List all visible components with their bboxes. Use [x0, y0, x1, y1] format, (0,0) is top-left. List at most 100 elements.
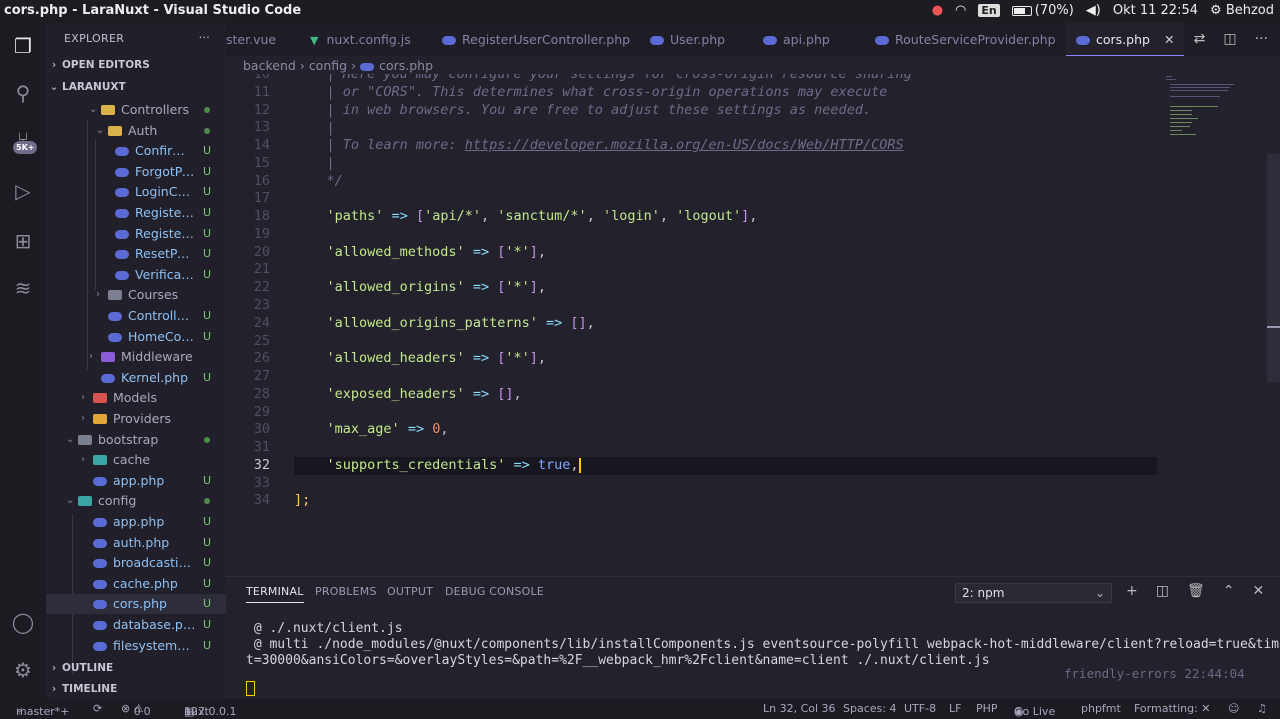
tree-models[interactable]: › Models	[46, 388, 226, 408]
terminal-select[interactable]: 2: npm ⌄	[955, 583, 1112, 603]
outline-section[interactable]: › OUTLINE	[46, 662, 113, 674]
tab-api-php[interactable]: api.php	[763, 23, 830, 56]
tree-file-auth[interactable]: auth.php U	[46, 533, 226, 553]
breadcrumb-backend[interactable]: backend	[243, 58, 296, 73]
bell-icon[interactable]: ♫	[1257, 702, 1267, 715]
line-number: 32	[253, 456, 270, 473]
tab-user-php[interactable]: User.php	[650, 23, 725, 56]
system-top-bar: cors.php - LaraNuxt - Visual Studio Code…	[0, 0, 1280, 23]
settings-gear-icon[interactable]: ⚙	[8, 655, 38, 685]
breadcrumb-file[interactable]: cors.php	[379, 58, 433, 73]
tab-nuxt-config[interactable]: ▼ nuxt.config.js	[310, 23, 411, 56]
tab-master-vue[interactable]: ster.vue	[226, 23, 276, 56]
split-editor-icon[interactable]: ◫	[1223, 31, 1236, 56]
code-editor[interactable]: 10 11 12 13 14 15 16 17 18 19 20 21 22 23 24 25 26 27 28 29…	[226, 74, 1166, 572]
timeline-section[interactable]: › TIMELINE	[46, 683, 117, 695]
sync-icon[interactable]: ⟳	[93, 702, 102, 715]
tree-file-cors[interactable]: cors.php U	[46, 594, 226, 615]
chevron-down-icon: ⌄	[66, 433, 75, 445]
tree-bootstrap[interactable]: ⌄ bootstrap	[46, 430, 226, 450]
tree-file-verification[interactable]: Verificati... U	[46, 265, 226, 285]
indentation[interactable]: Spaces: 4	[843, 702, 896, 715]
tree-file-config-app[interactable]: app.php U	[46, 512, 226, 532]
editor-scrollbar[interactable]	[1267, 154, 1280, 382]
tab-output[interactable]: OUTPUT	[387, 585, 433, 598]
tree-file-kernel[interactable]: Kernel.php U	[46, 368, 226, 388]
tree-file-filesystems[interactable]: filesystems.php U	[46, 636, 226, 656]
tree-file-controller[interactable]: Controller.... U	[46, 306, 226, 326]
compare-icon[interactable]: ⇄	[1194, 31, 1206, 56]
account-icon[interactable]: ◯	[8, 607, 38, 637]
eol[interactable]: LF	[949, 702, 961, 715]
close-panel-icon[interactable]: ✕	[1252, 583, 1264, 599]
tab-terminal[interactable]: TERMINAL	[246, 585, 304, 603]
tree-file-forgot[interactable]: ForgotPa... U	[46, 162, 226, 182]
terminal-output[interactable]: @ ./.nuxt/client.js @ multi ./node_modul…	[246, 621, 1280, 669]
battery-indicator[interactable]: (70%)	[1011, 3, 1074, 18]
line-number: 13	[253, 119, 270, 136]
more-icon[interactable]: ···	[1255, 31, 1268, 56]
tab-cors-php[interactable]: cors.php ✕	[1066, 23, 1185, 56]
breadcrumb-config[interactable]: config	[309, 58, 347, 73]
split-terminal-icon[interactable]: ◫	[1156, 583, 1169, 599]
database-icon[interactable]: ≋	[8, 273, 38, 303]
user-menu[interactable]: ⚙ Behzod	[1210, 3, 1274, 18]
encoding[interactable]: UTF-8	[904, 702, 936, 715]
volume-icon[interactable]: ◀)	[1086, 3, 1101, 18]
tab-register-user-controller[interactable]: RegisterUserController.php	[442, 23, 630, 56]
tree-config[interactable]: ⌄ config	[46, 491, 226, 511]
tree-file-login[interactable]: LoginCon... U	[46, 182, 226, 202]
more-actions-icon[interactable]: ···	[199, 31, 210, 44]
tree-file-database[interactable]: database.php U	[46, 615, 226, 635]
feedback-icon[interactable]: ☺	[1228, 702, 1239, 715]
tree-courses[interactable]: › Courses	[46, 285, 226, 305]
project-section[interactable]: ⌄ LARANUXT	[46, 81, 126, 93]
cors-doc-link[interactable]: https://developer.mozilla.org/en-US/docs…	[465, 137, 904, 153]
extensions-icon[interactable]: ⊞	[8, 226, 38, 256]
phpfmt-button[interactable]: phpfmt	[1081, 702, 1121, 715]
php-icon	[763, 36, 777, 45]
line-number: 24	[253, 314, 270, 331]
language-mode[interactable]: PHP	[976, 702, 998, 715]
tab-problems[interactable]: PROBLEMS	[315, 585, 377, 598]
language-indicator[interactable]: En	[978, 4, 1000, 17]
close-tab-icon[interactable]: ✕	[1164, 32, 1174, 47]
tab-debug-console[interactable]: DEBUG CONSOLE	[445, 585, 544, 598]
tree-file-bootstrap-app[interactable]: app.php U	[46, 471, 226, 491]
run-debug-icon[interactable]: ▷	[8, 176, 38, 206]
tree-file-register-2[interactable]: Register... U	[46, 224, 226, 244]
open-editors-section[interactable]: › OPEN EDITORS	[46, 59, 150, 71]
tree-file-cache[interactable]: cache.php U	[46, 574, 226, 594]
search-icon[interactable]: ⚲	[8, 78, 38, 108]
problems-indicator[interactable]: ⊗ 0 ⚠ 0	[121, 702, 151, 718]
minimap[interactable]	[1166, 74, 1266, 154]
line-number: 28	[253, 385, 270, 402]
maximize-panel-icon[interactable]: ⌃	[1223, 583, 1235, 599]
tree-file-register-1[interactable]: Register... U	[46, 203, 226, 223]
tab-route-service-provider[interactable]: RouteServiceProvider.php	[875, 23, 1056, 56]
php-file-icon	[115, 188, 129, 198]
code-line-20: 'allowed_methods' => ['*'],	[326, 244, 547, 260]
php-file-icon	[115, 250, 129, 260]
trash-icon[interactable]: 🗑	[1187, 583, 1205, 599]
notification-icon[interactable]: ●	[932, 3, 943, 18]
clock[interactable]: Okt 11 22:54	[1113, 3, 1198, 18]
tree-cache[interactable]: › cache	[46, 450, 226, 470]
new-terminal-icon[interactable]: +	[1126, 583, 1138, 599]
formatting-status[interactable]: Formatting: ✕	[1134, 702, 1211, 715]
folder-icon	[78, 434, 92, 445]
php-file-icon	[93, 641, 107, 651]
explorer-icon[interactable]: ❐	[8, 31, 38, 61]
tree-file-reset[interactable]: ResetPas... U	[46, 244, 226, 264]
tree-controllers[interactable]: ⌄ Controllers	[46, 100, 226, 120]
tree-file-broadcasting[interactable]: broadcasting.... U	[46, 553, 226, 573]
tree-middleware[interactable]: › Middleware	[46, 347, 226, 367]
php-file-icon	[115, 270, 129, 280]
line-number: 18	[253, 208, 270, 225]
tree-providers[interactable]: › Providers	[46, 409, 226, 429]
tree-auth[interactable]: ⌄ Auth	[46, 121, 226, 141]
wifi-icon[interactable]: ◠	[955, 3, 966, 18]
cursor-position[interactable]: Ln 32, Col 36	[763, 702, 836, 715]
tree-file-confirm[interactable]: ConfirmP... U	[46, 141, 226, 161]
tree-file-homecontroller[interactable]: HomeCont... U	[46, 327, 226, 347]
